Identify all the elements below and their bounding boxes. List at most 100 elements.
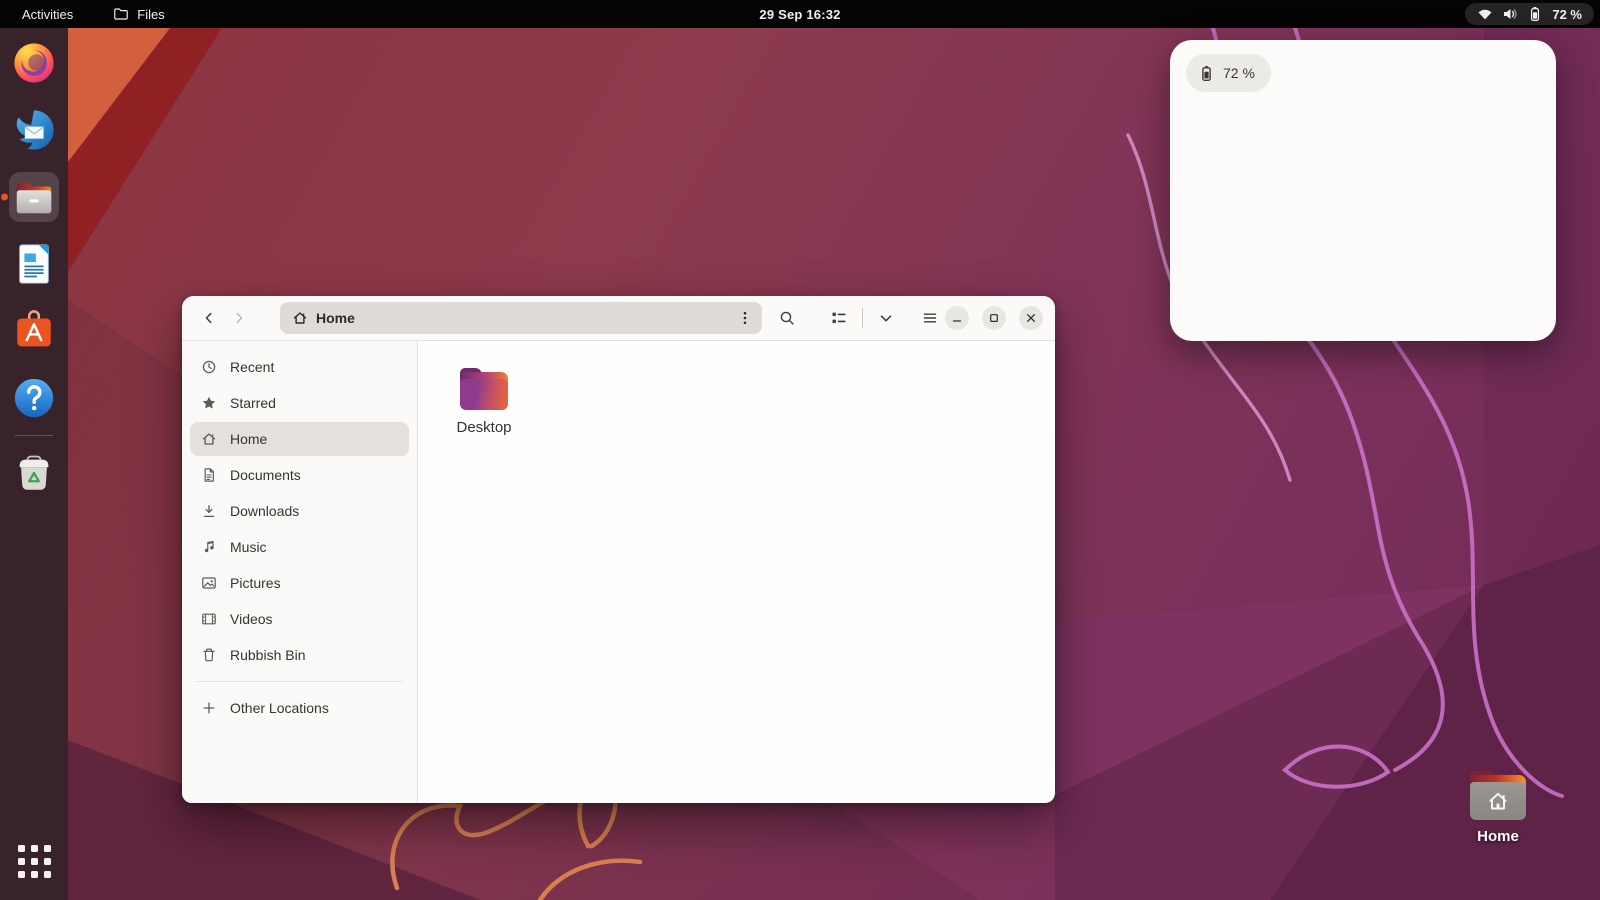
dock-item-ubuntu-software[interactable] — [9, 306, 59, 356]
view-dropdown-button[interactable] — [871, 303, 901, 333]
software — [11, 308, 57, 354]
quick-settings-header: 72 % — [1186, 54, 1540, 92]
volume-icon — [1502, 6, 1518, 22]
list-view-icon — [831, 310, 847, 326]
file-grid: Desktop — [418, 341, 1055, 803]
folder-desktop[interactable]: Desktop — [434, 367, 534, 455]
home-icon — [292, 310, 308, 326]
home-icon — [201, 431, 217, 447]
quick-settings-panel: 72 % — [1170, 40, 1556, 341]
chevron-right-icon — [231, 310, 247, 326]
clock[interactable]: 29 Sep 16:32 — [751, 0, 848, 28]
sidebar-item-label: Other Locations — [230, 700, 329, 716]
minimize-button[interactable] — [945, 306, 969, 330]
dock-item-firefox[interactable] — [9, 38, 59, 88]
folder-label: Desktop — [456, 419, 511, 436]
sidebar-item-starred[interactable]: Starred — [190, 386, 409, 420]
recent-icon — [201, 359, 217, 375]
minimize-icon — [950, 311, 964, 325]
folder-icon — [460, 372, 508, 410]
files-app-icon — [113, 6, 129, 22]
desktop-shortcut-label: Home — [1477, 828, 1519, 845]
sidebar-item-recent[interactable]: Recent — [190, 350, 409, 384]
system-status-area[interactable]: 72 % — [1465, 3, 1594, 25]
trash-dock — [11, 450, 57, 496]
folder-front — [460, 379, 508, 410]
star-icon — [201, 395, 217, 411]
sidebar-item-label: Recent — [230, 359, 274, 375]
sidebar-item-label: Documents — [230, 467, 301, 483]
battery-percent: 72 % — [1552, 7, 1582, 22]
sidebar-item-label: Music — [230, 539, 267, 555]
help — [11, 375, 57, 421]
sidebar: Recent Starred Home Documents Downloads Music… — [182, 341, 418, 803]
app-menu-files[interactable]: Files — [105, 3, 172, 25]
sidebar-item-label: Downloads — [230, 503, 299, 519]
videos-icon — [201, 611, 217, 627]
dock-item-thunderbird[interactable] — [9, 105, 59, 155]
close-icon — [1024, 311, 1038, 325]
battery-percent-label: 72 % — [1223, 65, 1255, 81]
dock — [0, 28, 68, 900]
pictures-icon — [201, 575, 217, 591]
list-view-button[interactable] — [824, 303, 854, 333]
top-bar-left: Activities Files — [14, 3, 173, 25]
sidebar-item-music[interactable]: Music — [190, 530, 409, 564]
thunderbird — [11, 107, 57, 153]
view-separator — [862, 308, 863, 328]
back-button[interactable] — [194, 303, 224, 333]
dock-item-files[interactable] — [9, 172, 59, 222]
headerbar: Home — [182, 296, 1055, 341]
sidebar-item-downloads[interactable]: Downloads — [190, 494, 409, 528]
activities-button[interactable]: Activities — [14, 4, 81, 25]
app-menu-label: Files — [137, 7, 164, 22]
kebab-icon — [737, 310, 753, 326]
maximize-icon — [987, 311, 1001, 325]
sidebar-divider — [196, 681, 403, 682]
home-glyph-icon — [1485, 788, 1511, 814]
chevron-left-icon — [201, 310, 217, 326]
sidebar-item-home[interactable]: Home — [190, 422, 409, 456]
sidebar-item-label: Pictures — [230, 575, 281, 591]
chevron-down-icon — [878, 310, 894, 326]
sidebar-item-documents[interactable]: Documents — [190, 458, 409, 492]
sidebar-item-label: Starred — [230, 395, 276, 411]
close-button[interactable] — [1019, 306, 1043, 330]
files — [11, 174, 57, 220]
sidebar-item-other-locations[interactable]: Other Locations — [190, 691, 409, 725]
battery-icon — [1527, 6, 1543, 22]
dock-item-help[interactable] — [9, 373, 59, 423]
downloads-icon — [201, 503, 217, 519]
path-menu-button[interactable] — [730, 304, 760, 332]
documents-icon — [201, 467, 217, 483]
main-menu-button[interactable] — [915, 303, 945, 333]
window-body: Recent Starred Home Documents Downloads Music… — [182, 341, 1055, 803]
search-button[interactable] — [772, 303, 802, 333]
show-applications-button[interactable] — [9, 836, 59, 886]
firefox — [11, 40, 57, 86]
top-bar: Activities Files 29 Sep 16:32 72 % — [0, 0, 1600, 28]
battery-icon — [1198, 65, 1215, 82]
battery-status: 72 % — [1186, 54, 1271, 92]
dock-item-rubbish-bin[interactable] — [9, 448, 59, 498]
home-folder-icon — [1470, 775, 1526, 820]
hamburger-icon — [922, 310, 938, 326]
sidebar-item-rubbish-bin[interactable]: Rubbish Bin — [190, 638, 409, 672]
forward-button[interactable] — [224, 303, 254, 333]
sidebar-item-label: Home — [230, 431, 267, 447]
desktop-home-shortcut[interactable]: Home — [1462, 770, 1534, 845]
path-bar[interactable]: Home — [280, 302, 762, 334]
dock-divider — [15, 435, 53, 436]
wifi-icon — [1477, 6, 1493, 22]
view-options — [824, 303, 901, 333]
sidebar-item-label: Rubbish Bin — [230, 647, 306, 663]
writer — [11, 241, 57, 287]
sidebar-item-videos[interactable]: Videos — [190, 602, 409, 636]
app-grid-icon — [18, 845, 51, 878]
sidebar-item-pictures[interactable]: Pictures — [190, 566, 409, 600]
dock-item-libreoffice-writer[interactable] — [9, 239, 59, 289]
search-icon — [779, 310, 795, 326]
sidebar-item-label: Videos — [230, 611, 273, 627]
maximize-button[interactable] — [982, 306, 1006, 330]
files-window: Home — [182, 296, 1055, 803]
